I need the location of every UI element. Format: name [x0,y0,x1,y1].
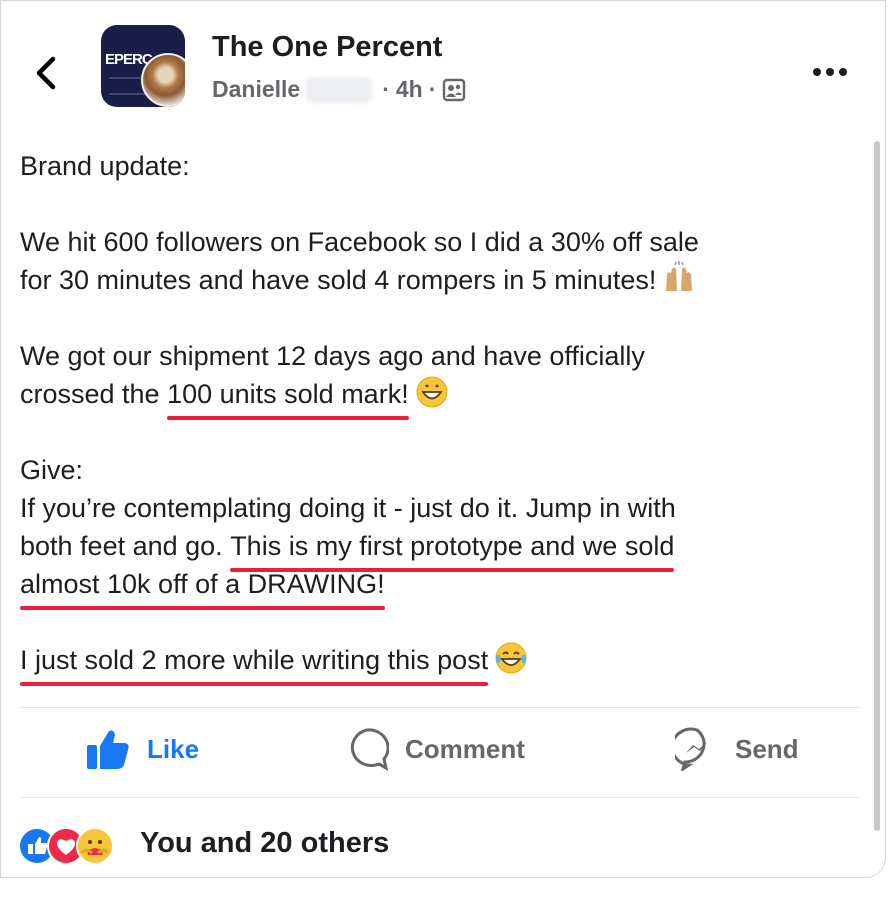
send-button[interactable]: Send [675,727,799,771]
grinning-emoji [416,376,448,408]
post-line: both feet and go. This is my first proto… [20,527,870,572]
highlighted-text: 100 units sold mark! [167,375,409,420]
page-title[interactable]: The One Percent [212,31,442,64]
reaction-icons[interactable] [18,827,114,865]
post-card: EPERC The One Percent Danielle · 4h · Br… [0,0,886,878]
post-line: If you’re contemplating doing it - just … [20,493,676,523]
post-meta: Danielle · 4h · [212,76,466,103]
messenger-icon [675,727,707,771]
scrollbar[interactable] [874,141,880,831]
post-line: We hit 600 followers on Facebook so I di… [20,227,699,257]
care-reaction-icon [76,827,114,865]
highlighted-text: almost 10k off of a DRAWING! [20,565,385,610]
group-audience-icon [443,78,466,101]
post-line: crossed the 100 units sold mark! [20,375,870,420]
send-label: Send [735,733,799,764]
like-label: Like [147,733,200,764]
thumbs-up-icon [87,730,129,769]
post-line: I just sold 2 more while writing this po… [20,641,870,686]
highlighted-text: This is my first prototype and we sold [230,527,675,572]
redacted-name [306,76,373,103]
back-arrow-icon[interactable] [31,53,61,93]
author-name[interactable]: Danielle [212,76,300,103]
comment-button[interactable]: Comment [345,727,525,771]
more-dots-icon [813,68,821,76]
post-line: We got our shipment 12 days ago and have… [20,341,645,371]
post-line: Brand update: [20,151,190,181]
tears-of-joy-emoji [495,642,527,674]
avatar-photo [141,53,185,107]
divider [20,707,860,708]
divider [20,797,860,798]
highlighted-text: I just sold 2 more while writing this po… [20,641,489,686]
post-line: for 30 minutes and have sold 4 rompers i… [20,261,870,299]
page-avatar[interactable]: EPERC [101,25,185,107]
more-options-button[interactable] [813,63,857,83]
comment-bubble-icon [350,728,389,771]
post-time[interactable]: 4h [396,76,423,103]
comment-label: Comment [405,733,525,764]
reaction-summary[interactable]: You and 20 others [140,827,389,860]
post-line: Give: [20,455,84,485]
raising-hands-emoji [666,261,693,291]
post-body: Brand update: We hit 600 followers on Fa… [20,147,870,686]
like-button[interactable]: Like [85,727,199,771]
